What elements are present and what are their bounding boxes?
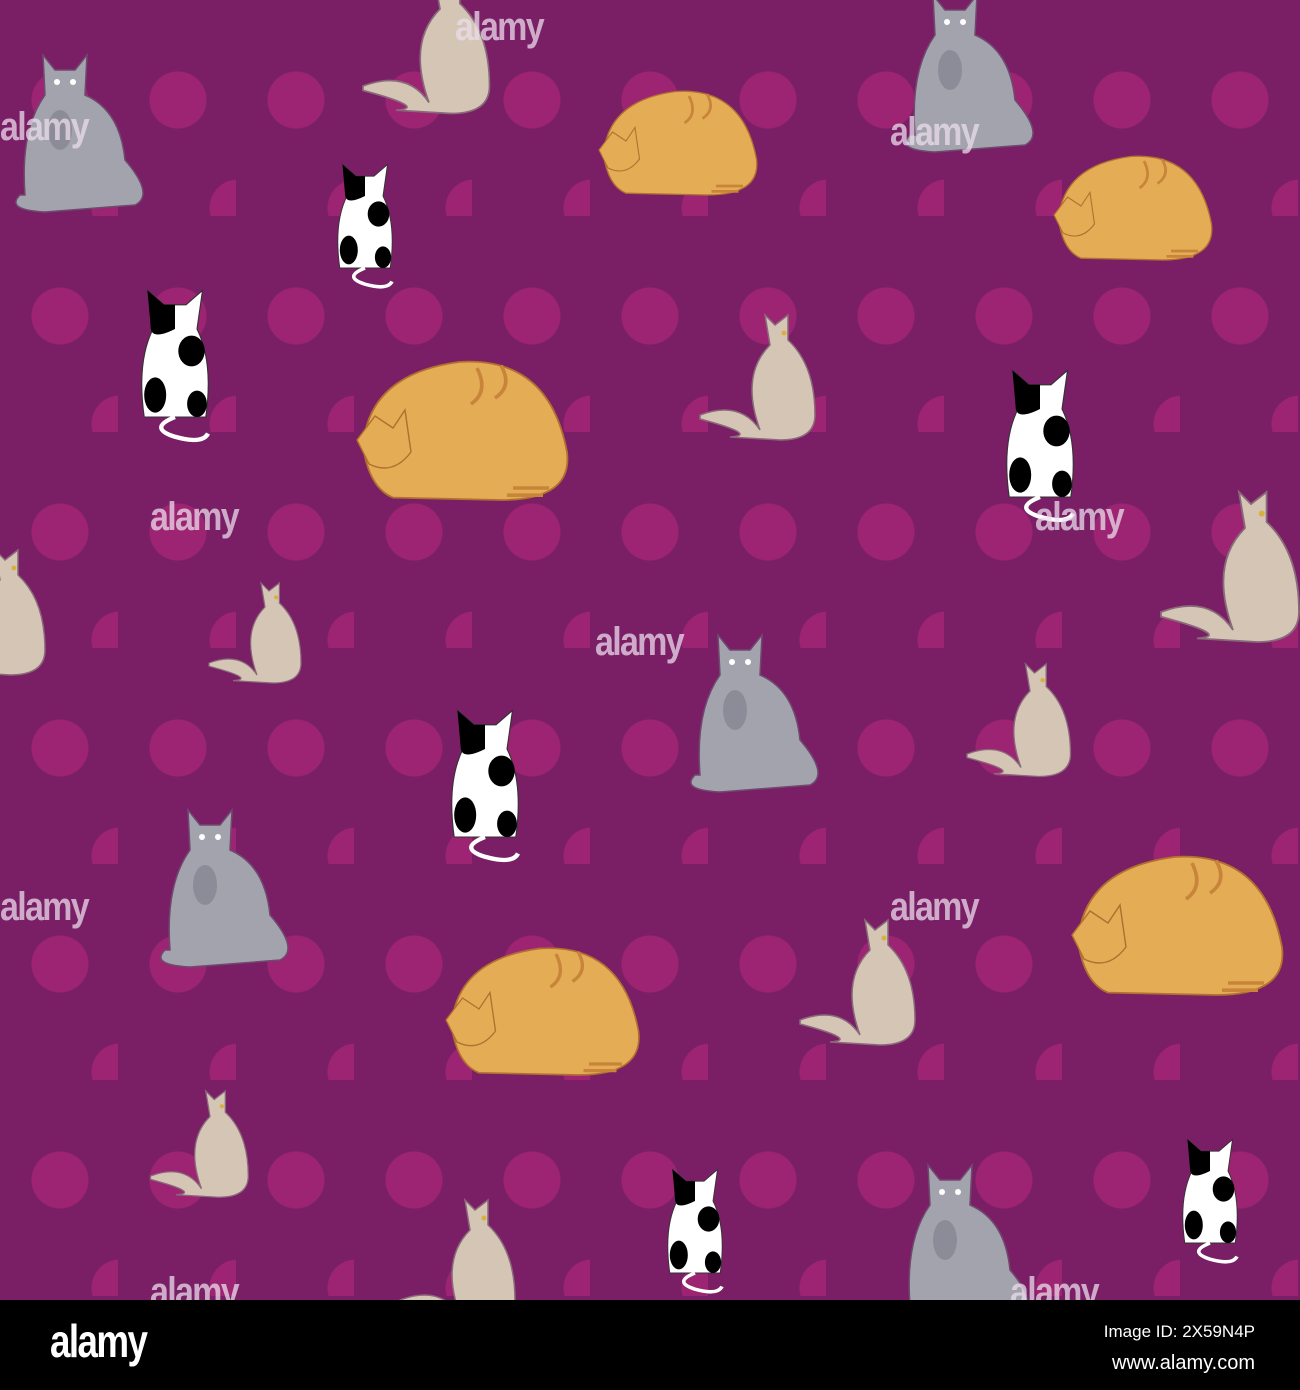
beige-sitting-cat-illustration [0, 549, 46, 676]
black-white-cat-illustration [142, 291, 209, 440]
site-url[interactable]: www.alamy.com [1112, 1352, 1255, 1375]
grey-sitting-cat-illustration [690, 634, 819, 793]
grey-sitting-cat-illustration [900, 1164, 1029, 1300]
beige-sitting-cat-illustration [699, 314, 816, 441]
alamy-watermark: alamy [890, 885, 980, 929]
black-white-cat-illustration [335, 162, 395, 289]
beige-sitting-cat-illustration [208, 582, 302, 684]
alamy-watermark: alamy [0, 105, 90, 149]
footer-bar: alamy Image ID: 2X59N4P www.alamy.com [0, 1300, 1300, 1390]
orange-sleeping-cat-illustration [444, 946, 641, 1077]
grey-sitting-cat-illustration [160, 809, 289, 968]
black-white-cat-illustration [452, 711, 519, 860]
alamy-watermark: alamy [0, 885, 90, 929]
orange-sleeping-cat-illustration [1070, 854, 1285, 997]
orange-sleeping-cat-illustration [1052, 154, 1214, 262]
orange-sleeping-cat-illustration [597, 89, 759, 197]
alamy-watermark: alamy [1035, 495, 1125, 539]
alamy-watermark: alamy [890, 110, 980, 154]
alamy-logo[interactable]: alamy [50, 1314, 148, 1368]
beige-sitting-cat-illustration [1160, 491, 1300, 643]
alamy-watermark: alamy [595, 620, 685, 664]
beige-sitting-cat-illustration [799, 919, 916, 1046]
black-white-cat-illustration [665, 1167, 725, 1294]
alamy-watermark: alamy [455, 5, 545, 49]
beige-sitting-cat-illustration [399, 1199, 516, 1300]
beige-sitting-cat-illustration [966, 663, 1072, 778]
alamy-watermark: alamy [150, 495, 240, 539]
black-white-cat-illustration [1180, 1137, 1240, 1264]
image-id: Image ID: 2X59N4P [1103, 1322, 1255, 1341]
orange-sleeping-cat-illustration [355, 359, 570, 502]
beige-sitting-cat-illustration [149, 1090, 249, 1198]
